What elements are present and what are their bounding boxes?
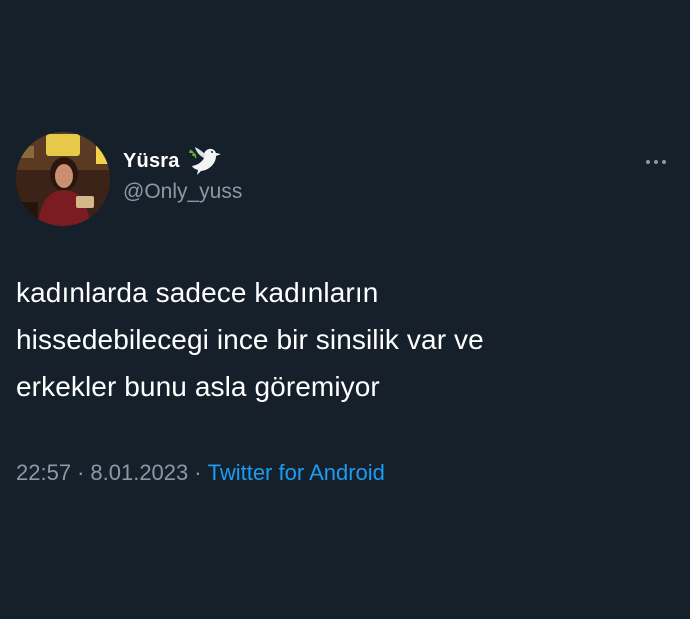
avatar-photo: [16, 132, 110, 226]
display-name[interactable]: Yüsra: [123, 150, 180, 173]
dove-icon: [188, 147, 221, 175]
tweet-text: kadınlarda sadece kadınların hissedebile…: [16, 269, 666, 410]
avatar[interactable]: [16, 132, 110, 226]
user-info: Yüsra @Only_yuss: [123, 146, 242, 204]
tweet-card: Yüsra @Only_yuss kadınlarda sadece kadın…: [0, 0, 690, 619]
more-horizontal-icon: [646, 160, 650, 164]
tweet-header: Yüsra @Only_yuss: [16, 132, 676, 227]
tweet-date[interactable]: 8.01.2023: [90, 460, 188, 485]
separator: ·: [77, 460, 85, 485]
tweet-metadata: 22:57 · 8.01.2023 · Twitter for Android: [16, 460, 385, 486]
more-horizontal-icon-dot: [662, 160, 666, 164]
display-name-row: Yüsra: [123, 146, 242, 176]
tweet-text-line: kadınlarda sadece kadınların: [16, 277, 379, 308]
tweet-source-link[interactable]: Twitter for Android: [208, 460, 385, 485]
tweet-text-line: hissedebilecegi ince bir sinsilik var ve: [16, 324, 484, 355]
more-options-button[interactable]: [638, 150, 674, 174]
separator: ·: [194, 460, 202, 485]
tweet-text-line: erkekler bunu asla göremiyor: [16, 371, 380, 402]
tweet-time[interactable]: 22:57: [16, 460, 71, 485]
handle[interactable]: @Only_yuss: [123, 180, 242, 204]
more-horizontal-icon-dot: [654, 160, 658, 164]
